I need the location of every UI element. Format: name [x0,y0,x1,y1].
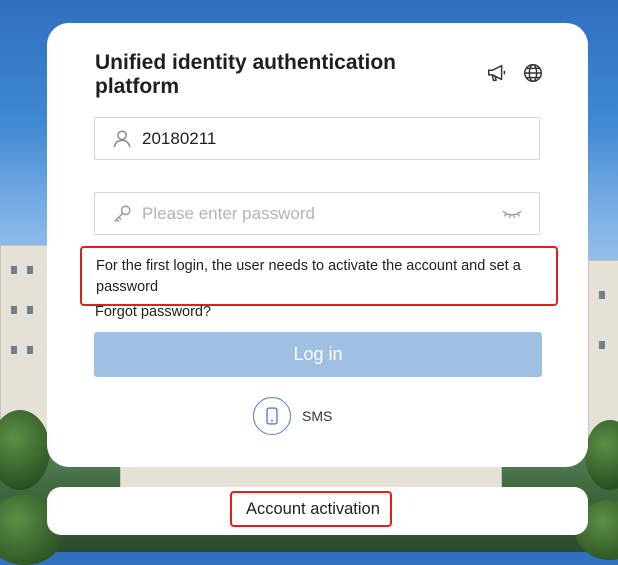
username-field[interactable]: 20180211 [94,117,540,160]
first-login-notice: For the first login, the user needs to a… [80,246,558,306]
username-value: 20180211 [142,129,217,148]
top-icons [486,62,544,84]
sms-label: SMS [302,408,333,424]
page-title: Unified identity authentication platform [95,51,397,98]
phone-icon [253,397,291,435]
account-activation-link[interactable]: Account activation [230,491,392,527]
key-icon [111,203,133,225]
password-field[interactable]: Please enter password [94,192,540,235]
user-icon [111,128,133,150]
forgot-password-link[interactable]: Forgot password? [95,304,211,320]
sms-login-button[interactable]: SMS [253,396,332,436]
login-button[interactable]: Log in [94,332,542,377]
globe-icon[interactable] [522,62,544,84]
eye-closed-icon[interactable] [501,207,523,221]
announcement-icon[interactable] [486,62,508,84]
password-placeholder: Please enter password [142,204,315,223]
login-card: Unified identity authentication platform [47,23,588,467]
bottom-bar: Account activation [47,487,588,535]
